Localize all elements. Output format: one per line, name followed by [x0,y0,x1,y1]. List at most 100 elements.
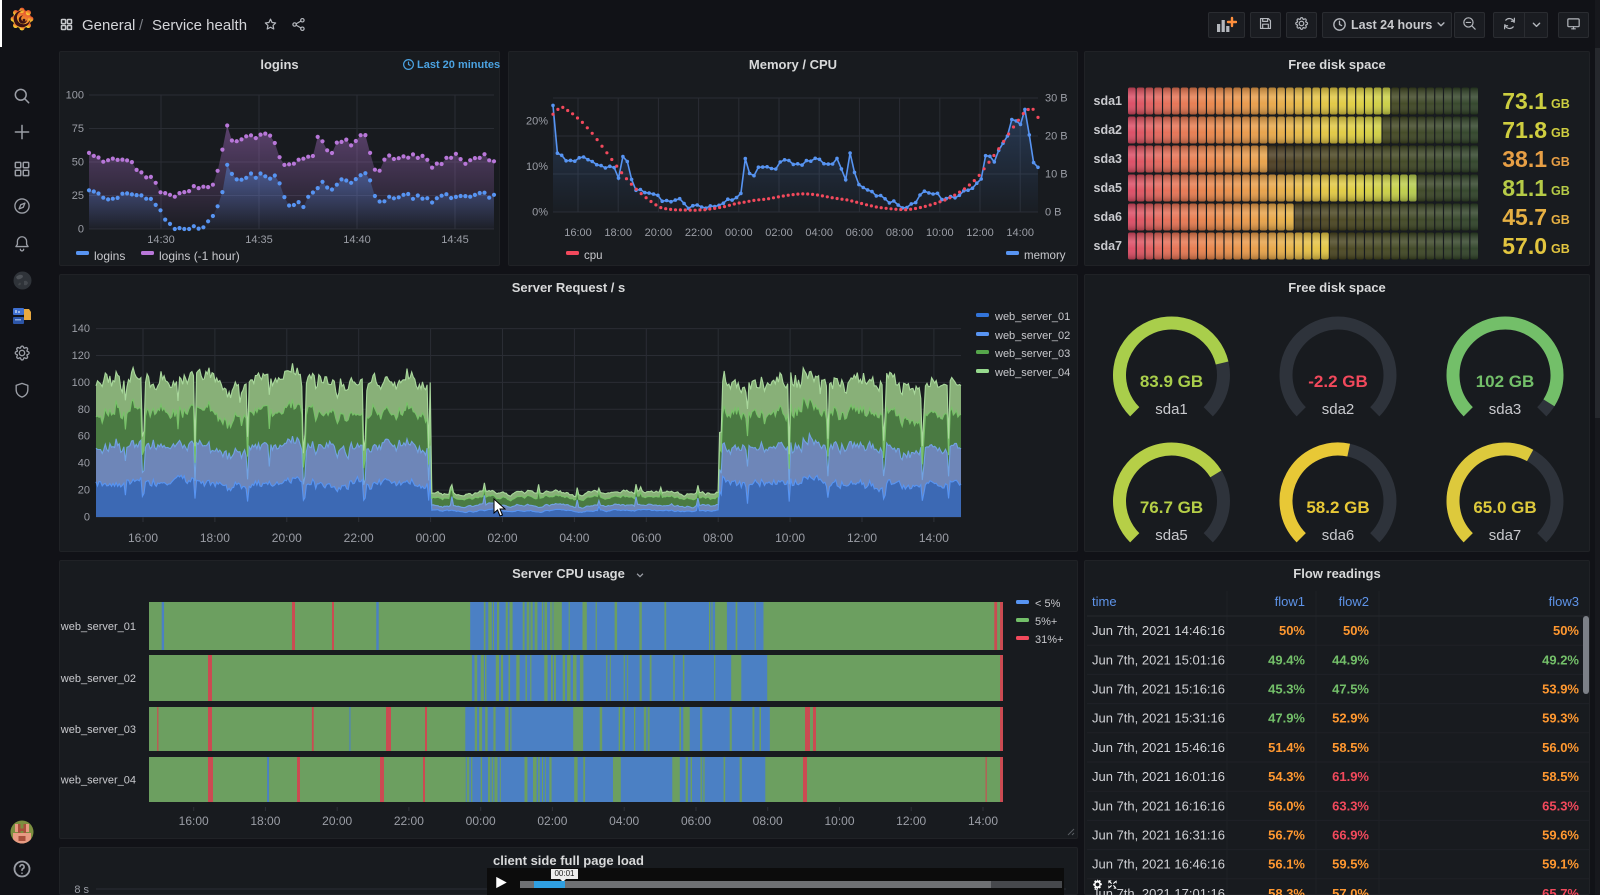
svg-text:58.5%: 58.5% [1542,769,1579,784]
svg-text:75: 75 [72,123,84,135]
svg-text:20: 20 [78,485,90,497]
svg-text:16:00: 16:00 [179,814,209,828]
svg-text:sda5: sda5 [1094,181,1123,195]
svg-text:16:00: 16:00 [128,531,158,545]
svg-text:58.2 GB: 58.2 GB [1306,498,1369,517]
svg-text:18:00: 18:00 [250,814,280,828]
svg-text:10 B: 10 B [1045,169,1068,181]
svg-text:00:00: 00:00 [416,531,446,545]
svg-text:73.1: 73.1 [1502,88,1547,114]
svg-text:65.7%: 65.7% [1542,886,1579,895]
svg-text:web_server_04: web_server_04 [994,367,1070,379]
svg-text:50: 50 [72,157,84,169]
svg-text:20:00: 20:00 [645,227,673,239]
svg-text:14:00: 14:00 [919,531,949,545]
svg-text:sda6: sda6 [1094,210,1123,224]
svg-text:20%: 20% [526,116,548,128]
svg-text:83.9 GB: 83.9 GB [1140,372,1203,391]
svg-text:web_server_01: web_server_01 [994,311,1070,323]
svg-text:50%: 50% [1343,623,1369,638]
svg-text:0: 0 [78,224,84,236]
svg-text:web_server_02: web_server_02 [60,673,136,685]
svg-text:sda5: sda5 [1155,527,1188,544]
svg-text:flow3: flow3 [1549,594,1579,609]
svg-text:22:00: 22:00 [344,531,374,545]
svg-text:58.5%: 58.5% [1332,740,1369,755]
svg-text:< 5%: < 5% [1035,598,1061,610]
svg-text:08:00: 08:00 [703,531,733,545]
svg-text:time: time [1092,594,1117,609]
svg-text:04:00: 04:00 [609,814,639,828]
svg-text:GB: GB [1551,184,1570,198]
svg-text:sda1: sda1 [1155,401,1188,418]
svg-text:10:00: 10:00 [926,227,954,239]
svg-text:sda1: sda1 [1094,94,1123,108]
svg-text:59.1%: 59.1% [1542,857,1579,872]
svg-text:47.9%: 47.9% [1268,711,1305,726]
svg-text:06:00: 06:00 [846,227,874,239]
svg-text:web_server_02: web_server_02 [994,330,1070,342]
svg-text:web_server_03: web_server_03 [994,348,1070,360]
svg-text:54.3%: 54.3% [1268,769,1305,784]
svg-text:59.3%: 59.3% [1542,711,1579,726]
svg-text:53.9%: 53.9% [1542,682,1579,697]
svg-text:56.7%: 56.7% [1268,828,1305,843]
svg-text:81.1: 81.1 [1502,175,1547,201]
svg-text:cpu: cpu [584,250,603,262]
svg-text:100: 100 [72,377,90,389]
svg-text:14:30: 14:30 [147,234,175,246]
svg-text:22:00: 22:00 [394,814,424,828]
svg-text:GB: GB [1551,213,1570,227]
svg-text:00:00: 00:00 [466,814,496,828]
svg-text:20 B: 20 B [1045,131,1068,143]
svg-text:56.0%: 56.0% [1542,740,1579,755]
svg-text:02:00: 02:00 [765,227,793,239]
svg-text:GB: GB [1551,97,1570,111]
svg-text:31%+: 31%+ [1035,634,1063,646]
svg-text:0: 0 [84,512,90,524]
svg-text:-2.2 GB: -2.2 GB [1308,372,1368,391]
svg-text:Jun 7th, 2021 15:16:16: Jun 7th, 2021 15:16:16 [1092,682,1225,697]
svg-text:flow1: flow1 [1275,594,1305,609]
svg-text:58.3%: 58.3% [1268,886,1305,895]
svg-text:14:45: 14:45 [441,234,469,246]
svg-text:sda2: sda2 [1322,401,1355,418]
svg-text:10:00: 10:00 [775,531,805,545]
svg-text:8 s: 8 s [74,884,89,895]
svg-text:10%: 10% [526,161,548,173]
svg-text:38.1: 38.1 [1502,146,1547,172]
svg-text:Jun 7th, 2021 14:46:16: Jun 7th, 2021 14:46:16 [1092,623,1225,638]
svg-text:65.3%: 65.3% [1542,798,1579,813]
svg-text:web_server_01: web_server_01 [60,621,136,633]
svg-text:50%: 50% [1553,623,1579,638]
svg-text:04:00: 04:00 [559,531,589,545]
svg-text:120: 120 [72,350,90,362]
svg-text:web_server_03: web_server_03 [60,724,136,736]
svg-text:00:00: 00:00 [725,227,753,239]
svg-text:Jun 7th, 2021 16:31:16: Jun 7th, 2021 16:31:16 [1092,828,1225,843]
svg-text:100: 100 [66,90,84,102]
svg-text:GB: GB [1551,155,1570,169]
svg-text:04:00: 04:00 [805,227,833,239]
svg-text:memory: memory [1024,250,1066,262]
svg-text:sda3: sda3 [1489,401,1522,418]
svg-text:60: 60 [78,431,90,443]
svg-text:02:00: 02:00 [537,814,567,828]
svg-text:0%: 0% [532,207,548,219]
svg-text:30 B: 30 B [1045,93,1068,105]
svg-text:63.3%: 63.3% [1332,798,1369,813]
svg-text:45.3%: 45.3% [1268,682,1305,697]
svg-text:57.0%: 57.0% [1332,886,1369,895]
svg-text:44.9%: 44.9% [1332,652,1369,667]
svg-text:08:00: 08:00 [753,814,783,828]
svg-text:56.0%: 56.0% [1268,798,1305,813]
svg-text:Jun 7th, 2021 15:46:16: Jun 7th, 2021 15:46:16 [1092,740,1225,755]
svg-text:logins (-1 hour): logins (-1 hour) [159,249,240,263]
svg-text:14:00: 14:00 [968,814,998,828]
svg-text:GB: GB [1551,126,1570,140]
svg-text:flow2: flow2 [1339,594,1369,609]
svg-text:18:00: 18:00 [604,227,632,239]
svg-text:102 GB: 102 GB [1476,372,1535,391]
svg-text:Jun 7th, 2021 16:16:16: Jun 7th, 2021 16:16:16 [1092,798,1225,813]
svg-text:sda7: sda7 [1489,527,1522,544]
